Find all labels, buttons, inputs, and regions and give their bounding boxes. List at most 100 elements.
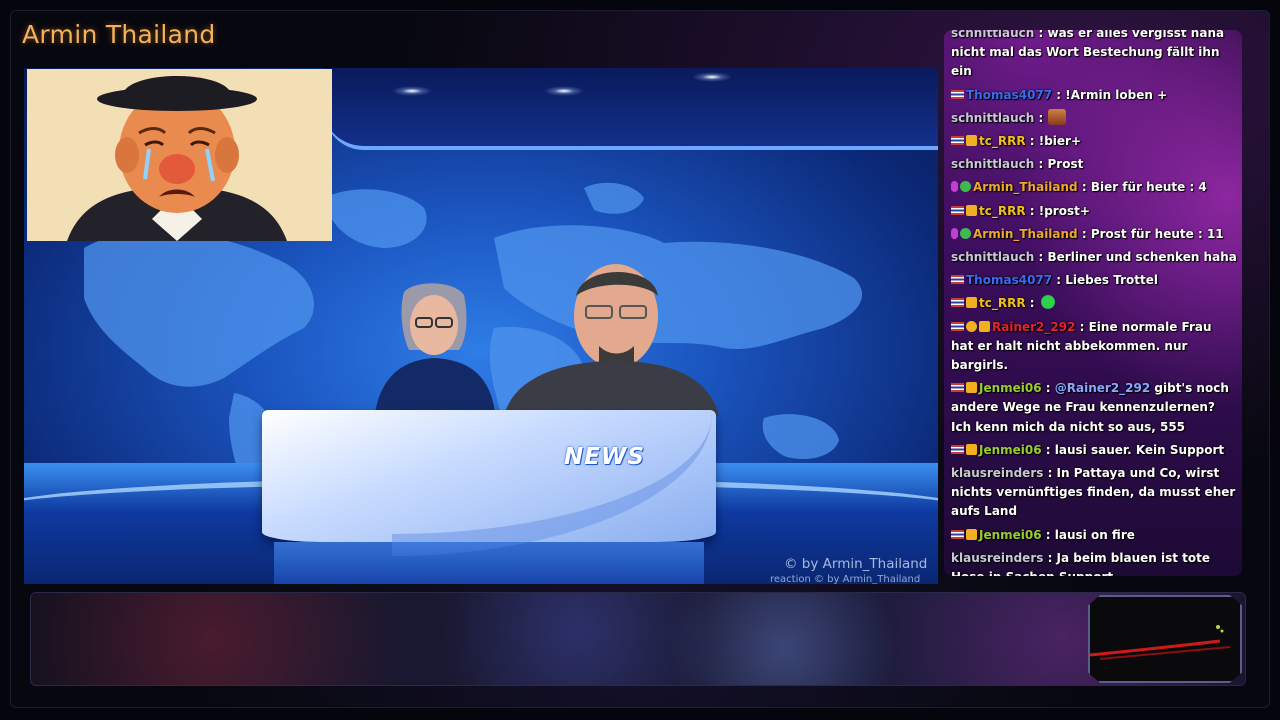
chat-message: Armin_Thailand : Bier für heute : 4	[949, 176, 1237, 199]
desk-swoosh	[392, 414, 712, 556]
ceiling-light	[692, 72, 732, 82]
cartoon-overlay	[27, 69, 332, 241]
chat-message: klausreinders : In Pattaya und Co, wirst…	[949, 462, 1237, 524]
chat-separator: :	[1077, 226, 1091, 241]
flag-badge-icon	[951, 89, 964, 99]
crown-badge-icon	[966, 382, 977, 394]
chat-username[interactable]: schnittlauch	[951, 157, 1034, 171]
crown-badge-icon	[966, 443, 977, 455]
watermark-reaction: reaction © by Armin_Thailand	[770, 574, 921, 584]
chat-separator: :	[1075, 319, 1089, 334]
chat-message: Rainer2_292 : Eine normale Frau hat er h…	[949, 316, 1237, 378]
chat-text: Berliner und schenken haha	[1047, 250, 1237, 265]
crown-badge-icon	[966, 135, 977, 147]
chat-username[interactable]: Thomas4077	[966, 88, 1052, 102]
warn-badge-icon	[966, 320, 977, 332]
chat-message: Jenmei06 : lausi on fire	[949, 524, 1237, 547]
chat-message-list[interactable]: schnittlauch : was er alles vergisst hah…	[944, 30, 1242, 576]
chat-username[interactable]: Jenmei06	[979, 381, 1042, 395]
chat-separator: :	[1052, 87, 1066, 102]
flag-badge-icon	[951, 275, 964, 285]
chat-username[interactable]: schnittlauch	[951, 250, 1034, 264]
chat-text: !prost+	[1038, 203, 1090, 218]
news-desk	[262, 410, 716, 556]
flag-badge-icon	[951, 444, 964, 454]
chat-message: Jenmei06 : @Rainer2_292 gibt's noch ande…	[949, 377, 1237, 439]
chat-username[interactable]: tc_RRR	[979, 204, 1026, 218]
chat-message: klausreinders : Ja beim blauen ist tote …	[949, 547, 1237, 576]
chat-separator: :	[1041, 442, 1055, 457]
chat-panel[interactable]: schnittlauch : was er alles vergisst hah…	[944, 30, 1242, 576]
chat-username[interactable]: Jenmei06	[979, 443, 1042, 457]
check-badge-icon	[960, 227, 971, 239]
chat-text: lausi sauer. Kein Support	[1054, 442, 1225, 457]
channel-title: Armin Thailand	[22, 20, 216, 49]
chat-separator: :	[1025, 134, 1039, 149]
chat-message: schnittlauch : Prost	[949, 153, 1237, 176]
flag-badge-icon	[951, 321, 964, 331]
chat-username[interactable]: Armin_Thailand	[973, 227, 1078, 241]
chat-separator: :	[1043, 466, 1057, 481]
chat-separator: :	[1034, 30, 1048, 40]
ceiling-light	[544, 86, 584, 96]
chat-text: Bier für heute : 4	[1090, 180, 1207, 195]
chat-separator: :	[1034, 250, 1048, 265]
bottom-bokeh-panel	[30, 592, 1246, 686]
chat-username[interactable]: Jenmei06	[979, 528, 1042, 542]
chat-separator: :	[1052, 273, 1066, 288]
chat-separator: :	[1025, 203, 1039, 218]
chat-username[interactable]: schnittlauch	[951, 111, 1034, 125]
chat-username[interactable]: tc_RRR	[979, 296, 1026, 310]
chat-text: !Armin loben +	[1065, 87, 1168, 102]
flag-badge-icon	[951, 529, 964, 539]
crown-badge-icon	[966, 297, 977, 309]
mic-badge-icon	[951, 227, 958, 239]
chat-username[interactable]: Armin_Thailand	[973, 180, 1078, 194]
chat-message: schnittlauch :	[949, 107, 1237, 130]
ceiling-light	[392, 86, 432, 96]
chat-text: lausi on fire	[1054, 527, 1135, 542]
chat-separator: :	[1034, 110, 1048, 125]
flag-badge-icon	[951, 298, 964, 308]
chat-message: Thomas4077 : !Armin loben +	[949, 84, 1237, 107]
mini-camera-image	[1090, 597, 1240, 681]
crown-badge-icon	[966, 204, 977, 216]
chat-message: tc_RRR : !prost+	[949, 200, 1237, 223]
green-emote-icon	[1038, 294, 1057, 311]
chat-separator: :	[1077, 180, 1091, 195]
flag-badge-icon	[951, 383, 964, 393]
chat-username[interactable]: klausreinders	[951, 551, 1043, 565]
chat-separator: :	[1043, 550, 1057, 565]
chat-separator: :	[1041, 381, 1055, 396]
chat-message: schnittlauch : Berliner und schenken hah…	[949, 246, 1237, 269]
chat-message: Thomas4077 : Liebes Trottel	[949, 269, 1237, 292]
flag-badge-icon	[951, 136, 964, 146]
check-badge-icon	[960, 181, 971, 193]
chat-separator: :	[1025, 296, 1039, 311]
chat-text: Liebes Trottel	[1065, 273, 1158, 288]
mic-badge-icon	[951, 181, 958, 193]
chat-username[interactable]: Thomas4077	[966, 273, 1052, 287]
chat-message: tc_RRR : !bier+	[949, 130, 1237, 153]
mini-camera-feed	[1088, 595, 1242, 683]
flag-badge-icon	[951, 205, 964, 215]
chat-username[interactable]: tc_RRR	[979, 134, 1026, 148]
chat-username[interactable]: schnittlauch	[951, 30, 1034, 40]
watermark: © by Armin_Thailand	[784, 556, 928, 572]
presenter-right	[504, 264, 719, 416]
presenter-left	[374, 283, 496, 420]
chat-username[interactable]: Rainer2_292	[992, 320, 1075, 334]
chat-message: Armin_Thailand : Prost für heute : 11	[949, 223, 1237, 246]
chat-text: Prost für heute : 11	[1090, 226, 1224, 241]
chat-message: tc_RRR :	[949, 292, 1237, 315]
chat-text: !bier+	[1038, 134, 1082, 149]
chat-username[interactable]: klausreinders	[951, 466, 1043, 480]
crying-cartoon-image	[27, 69, 332, 241]
chat-separator: :	[1034, 157, 1048, 172]
desk-reflection	[274, 542, 704, 584]
face-emote-icon	[1047, 108, 1066, 125]
chat-message: Jenmei06 : lausi sauer. Kein Support	[949, 439, 1237, 462]
chat-message: schnittlauch : was er alles vergisst hah…	[949, 30, 1237, 84]
crown-badge-icon	[966, 528, 977, 540]
chat-text: Prost	[1047, 157, 1084, 172]
